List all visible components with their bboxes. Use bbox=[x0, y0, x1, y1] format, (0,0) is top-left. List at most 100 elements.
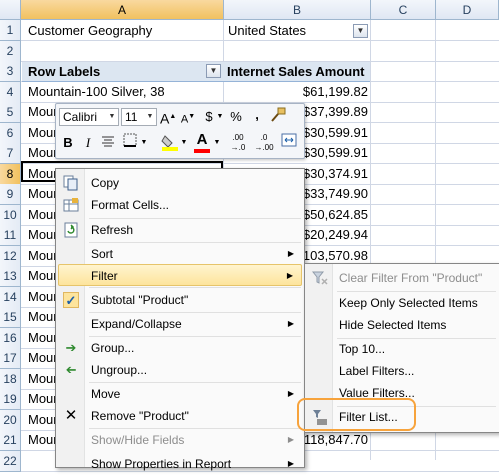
menu-item-filter[interactable]: Filter ▶ bbox=[58, 264, 302, 286]
menu-label-group: Group... bbox=[91, 341, 135, 355]
submenu-item-top10[interactable]: Top 10... bbox=[307, 338, 497, 360]
row-labels-dropdown-icon[interactable]: ▼ bbox=[206, 64, 221, 78]
italic-label: I bbox=[85, 135, 91, 150]
font-color-button[interactable]: A bbox=[192, 130, 212, 153]
chevron-down-icon[interactable]: ▼ bbox=[140, 133, 148, 153]
highlight-callout bbox=[297, 398, 416, 431]
menu-item-sort[interactable]: Sort ▶ bbox=[58, 243, 302, 265]
menu-item-format-cells[interactable]: Format Cells... bbox=[58, 194, 302, 216]
chevron-down-icon[interactable]: ▼ bbox=[213, 133, 221, 153]
cell-a1[interactable]: Customer Geography bbox=[28, 21, 222, 41]
chevron-down-icon[interactable]: ▼ bbox=[144, 109, 156, 125]
chevron-down-icon[interactable]: ▼ bbox=[216, 107, 224, 127]
menu-item-group[interactable]: ➔ Group... bbox=[58, 337, 302, 359]
select-all-corner[interactable] bbox=[0, 0, 21, 20]
menu-label-sort: Sort bbox=[91, 247, 114, 261]
row-header-14[interactable]: 14 bbox=[0, 286, 21, 308]
row-header-3[interactable]: 3 bbox=[0, 61, 21, 82]
increase-decimal-button[interactable]: .0 →.00 bbox=[252, 133, 276, 153]
percent-button[interactable]: % bbox=[228, 107, 244, 127]
row-header-8[interactable]: 8 bbox=[0, 163, 21, 185]
row-header-1[interactable]: 1 bbox=[0, 20, 21, 41]
menu-item-show-hide-fields[interactable]: Show/Hide Fields ▶ bbox=[58, 429, 302, 451]
cell-a3[interactable]: Row Labels bbox=[28, 62, 198, 82]
copy-icon bbox=[63, 175, 79, 191]
row-header-22[interactable]: 22 bbox=[0, 450, 21, 472]
menu-label-filter: Filter bbox=[91, 269, 118, 283]
menu-item-copy[interactable]: Copy bbox=[58, 172, 302, 194]
refresh-icon bbox=[63, 222, 79, 238]
menu-item-refresh[interactable]: Refresh bbox=[58, 219, 302, 241]
submenu-item-clear-filter[interactable]: Clear Filter From "Product" bbox=[307, 267, 497, 289]
fill-color-icon[interactable] bbox=[160, 133, 180, 153]
context-menu: Copy Format Cells... Refresh Sort ▶ Filt… bbox=[55, 168, 305, 471]
grow-font-label: A bbox=[160, 110, 170, 127]
row-header-15[interactable]: 15 bbox=[0, 307, 21, 328]
report-filter-icon[interactable]: ▼ bbox=[353, 24, 368, 38]
comma-button[interactable]: , bbox=[250, 105, 264, 125]
submenu-label-keep-only: Keep Only Selected Items bbox=[339, 296, 478, 310]
font-name-combo[interactable]: Calibri ▼ bbox=[59, 108, 119, 126]
merge-center-icon[interactable] bbox=[279, 133, 299, 153]
clear-filter-icon bbox=[311, 270, 328, 286]
submenu-label-hide-selected: Hide Selected Items bbox=[339, 318, 447, 332]
borders-icon[interactable] bbox=[120, 133, 140, 153]
menu-label-ungroup: Ungroup... bbox=[91, 363, 148, 377]
menu-item-remove[interactable]: ✕ Remove "Product" bbox=[58, 405, 302, 427]
group-icon: ➔ bbox=[65, 340, 77, 355]
row-header-6[interactable]: 6 bbox=[0, 122, 21, 144]
center-align-icon[interactable] bbox=[99, 133, 117, 153]
menu-item-ungroup[interactable]: ➔ Ungroup... bbox=[58, 359, 302, 381]
submenu-arrow-icon: ▶ bbox=[287, 319, 294, 328]
row-header-4[interactable]: 4 bbox=[0, 81, 21, 103]
italic-button[interactable]: I bbox=[80, 133, 96, 153]
column-header-a[interactable]: A bbox=[21, 0, 224, 20]
row-header-11[interactable]: 11 bbox=[0, 225, 21, 246]
font-color-swatch bbox=[194, 149, 210, 153]
remove-icon: ✕ bbox=[64, 407, 78, 424]
menu-label-move: Move bbox=[91, 387, 121, 401]
chevron-down-icon[interactable]: ▼ bbox=[106, 109, 118, 125]
bold-button[interactable]: B bbox=[60, 133, 76, 153]
row-header-10[interactable]: 10 bbox=[0, 204, 21, 226]
row-header-19[interactable]: 19 bbox=[0, 389, 21, 410]
column-header-d[interactable]: D bbox=[436, 0, 499, 20]
row-header-16[interactable]: 16 bbox=[0, 327, 21, 349]
column-header-b[interactable]: B bbox=[224, 0, 371, 20]
font-color-letter: A bbox=[196, 131, 208, 148]
font-size-combo[interactable]: 11 ▼ bbox=[121, 108, 157, 126]
decrease-decimal-button[interactable]: .00 →.0 bbox=[226, 133, 250, 153]
cell-a4[interactable]: Mountain-100 Silver, 38 bbox=[28, 82, 222, 102]
submenu-item-keep-only[interactable]: Keep Only Selected Items bbox=[307, 292, 497, 314]
column-header-c[interactable]: C bbox=[371, 0, 436, 20]
shrink-font-button[interactable]: A▼ bbox=[180, 107, 196, 127]
grow-font-button[interactable]: A▲ bbox=[160, 107, 176, 127]
row-header-13[interactable]: 13 bbox=[0, 266, 21, 287]
row-header-18[interactable]: 18 bbox=[0, 368, 21, 390]
row-header-2[interactable]: 2 bbox=[0, 40, 21, 62]
submenu-item-label-filters[interactable]: Label Filters... bbox=[307, 360, 497, 382]
currency-button[interactable]: $ bbox=[202, 107, 216, 127]
submenu-arrow-icon: ▶ bbox=[287, 389, 294, 398]
row-header-21[interactable]: 21 bbox=[0, 430, 21, 451]
chevron-down-icon[interactable]: ▼ bbox=[180, 133, 188, 153]
menu-item-subtotal[interactable]: ✓ Subtotal "Product" bbox=[58, 289, 302, 311]
font-size-value: 11 bbox=[125, 110, 138, 124]
cell-b4[interactable]: $61,199.82 bbox=[226, 82, 368, 102]
menu-item-expand-collapse[interactable]: Expand/Collapse ▶ bbox=[58, 313, 302, 335]
submenu-item-hide-selected[interactable]: Hide Selected Items bbox=[307, 314, 497, 336]
cell-b1[interactable]: United States bbox=[228, 21, 348, 41]
submenu-arrow-icon: ▶ bbox=[287, 435, 294, 444]
menu-item-move[interactable]: Move ▶ bbox=[58, 383, 302, 405]
row-header-7[interactable]: 7 bbox=[0, 143, 21, 164]
row-header-12[interactable]: 12 bbox=[0, 245, 21, 267]
menu-label-copy: Copy bbox=[91, 176, 120, 190]
row-header-5[interactable]: 5 bbox=[0, 102, 21, 123]
submenu-label-clear-filter: Clear Filter From "Product" bbox=[339, 271, 483, 285]
row-header-9[interactable]: 9 bbox=[0, 184, 21, 205]
menu-item-show-properties[interactable]: Show Properties in Report ▶ bbox=[58, 453, 302, 475]
row-header-17[interactable]: 17 bbox=[0, 348, 21, 369]
row-header-20[interactable]: 20 bbox=[0, 409, 21, 431]
format-painter-icon[interactable] bbox=[268, 107, 288, 127]
cell-b3[interactable]: Internet Sales Amount bbox=[227, 62, 369, 82]
